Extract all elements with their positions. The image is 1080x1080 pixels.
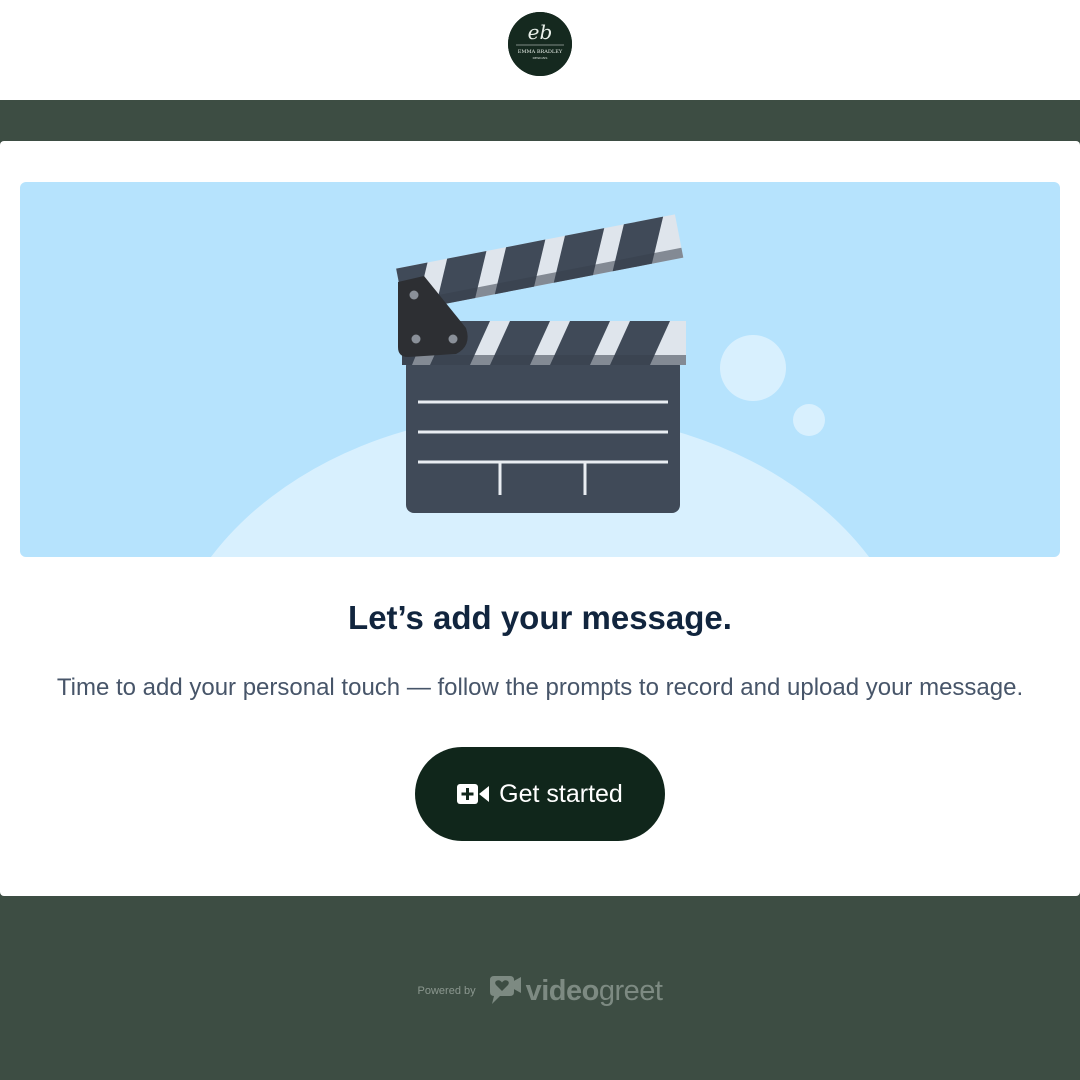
message-card: Let’s add your message. Time to add your… — [0, 141, 1080, 896]
brand-name-bold: video — [525, 974, 600, 1007]
svg-text:DESIGNS: DESIGNS — [533, 56, 548, 60]
brand-name-light: greet — [598, 974, 663, 1007]
svg-text:EMMA BRADLEY: EMMA BRADLEY — [518, 49, 563, 55]
brand-logo[interactable]: eb EMMA BRADLEY DESIGNS — [508, 12, 572, 76]
hero-illustration — [20, 182, 1060, 557]
get-started-label: Get started — [499, 779, 623, 808]
clapperboard-icon — [210, 214, 870, 557]
video-plus-icon — [457, 783, 490, 805]
page-description: Time to add your personal touch — follow… — [56, 674, 1024, 701]
video-chat-heart-icon — [488, 972, 522, 1011]
get-started-button[interactable]: Get started — [415, 747, 665, 841]
powered-by-label: Powered by — [417, 985, 476, 997]
svg-text:eb: eb — [528, 20, 553, 44]
videogreet-logo-link[interactable]: video greet — [488, 972, 663, 1011]
page-title: Let’s add your message. — [348, 599, 732, 636]
brand-logo-mark: eb EMMA BRADLEY DESIGNS — [508, 12, 572, 76]
footer: Powered by video greet — [0, 966, 1080, 1016]
top-bar: eb EMMA BRADLEY DESIGNS — [0, 0, 1080, 100]
